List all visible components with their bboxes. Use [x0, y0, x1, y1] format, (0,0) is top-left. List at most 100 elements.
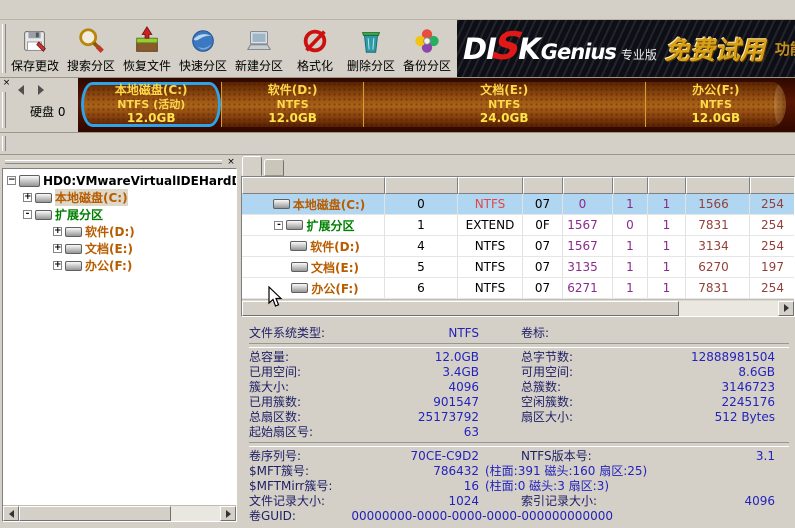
partition-segment[interactable]: 本地磁盘(C:) NTFS (活动) 12.0GB [81, 82, 221, 127]
column-header[interactable] [648, 177, 686, 194]
expander-icon[interactable]: - [23, 210, 32, 219]
detail-value: 12888981504 [655, 350, 789, 365]
search-partition-button[interactable]: 搜索分区 [63, 20, 119, 77]
cell-id: 0F [523, 215, 563, 235]
column-header[interactable] [613, 177, 648, 194]
arrow-left-icon [18, 85, 24, 95]
prev-disk-button[interactable] [13, 83, 28, 97]
cell-start-cylinder: 3135 [563, 257, 613, 277]
partition-table-row[interactable]: 软件(D:) 4 NTFS 07 1567 1 1 3134 254 [242, 236, 794, 257]
partition-table-row[interactable]: -扩展分区 1 EXTEND 0F 1567 0 1 7831 254 [242, 215, 794, 236]
tree-root-node[interactable]: − HD0:VMwareVirtualIDEHardDr [3, 172, 236, 189]
partition-segment[interactable]: 办公(F:) NTFS 12.0GB [645, 82, 786, 127]
info-grip[interactable] [2, 136, 6, 151]
detail-label: 起始扇区号: [249, 425, 399, 440]
partition-filesystem: NTFS [222, 98, 362, 111]
delete-partition-button[interactable]: 删除分区 [343, 20, 399, 77]
cell-end-cylinder: 1566 [686, 194, 750, 214]
detail-row [249, 442, 789, 447]
table-horizontal-scrollbar[interactable] [242, 299, 794, 316]
partition-table-row[interactable]: 文档(E:) 5 NTFS 07 3135 1 1 6270 197 [242, 257, 794, 278]
tree-panel: × − HD0:VMwareVirtualIDEHardDr + 本地磁盘(C:… [0, 155, 237, 528]
new-partition-button[interactable]: 新建分区 [231, 20, 287, 77]
scroll-right-button[interactable] [220, 506, 236, 521]
detail-row: 总容量: 12.0GB 总字节数: 12888981504 [249, 350, 789, 365]
detail-row: $MFTMirr簇号: 16 (柱面:0 磁头:3 扇区:3) [249, 479, 789, 494]
partition-tree: − HD0:VMwareVirtualIDEHardDr + 本地磁盘(C:) … [2, 168, 237, 522]
column-header[interactable] [458, 177, 523, 194]
menu-item[interactable] [24, 8, 44, 12]
panel-grip[interactable] [5, 160, 222, 164]
column-header[interactable] [750, 177, 794, 194]
tree-node[interactable]: + 文档(E:) [3, 240, 236, 257]
save-changes-button[interactable]: 保存更改 [7, 20, 63, 77]
menu-item[interactable] [44, 8, 64, 12]
format-button[interactable]: 格式化 [287, 20, 343, 77]
detail-value: 512 Bytes [655, 410, 789, 425]
menu-item[interactable] [4, 8, 24, 12]
toolbar-grip[interactable] [2, 24, 6, 73]
expander-icon[interactable]: + [23, 193, 32, 202]
scrollbar-track[interactable] [171, 506, 220, 521]
detail-label: 空闲簇数: [485, 395, 655, 410]
expander-icon[interactable]: + [53, 227, 62, 236]
tree-node[interactable]: + 办公(F:) [3, 257, 236, 274]
cell-number: 4 [385, 236, 458, 256]
partition-name: 本地磁盘(C:) [81, 83, 221, 98]
column-header[interactable] [563, 177, 613, 194]
detail-label: 总字节数: [485, 350, 655, 365]
partition-filesystem: NTFS (活动) [81, 98, 221, 111]
tree-node[interactable]: + 本地磁盘(C:) [3, 189, 236, 206]
column-header[interactable] [385, 177, 458, 194]
column-header[interactable] [242, 177, 385, 194]
next-disk-button[interactable] [33, 83, 48, 97]
detail-row: 已用空间: 3.4GB 可用空间: 8.6GB [249, 365, 789, 380]
right-panel: 本地磁盘(C:) 0 NTFS 07 0 1 1 1566 254 -扩展分区 … [241, 155, 795, 528]
recover-files-button[interactable]: 恢复文件 [119, 20, 175, 77]
diskgenius-logo: DISKGenius 专业版 免费试用 功能更 [457, 20, 795, 77]
partition-icon [35, 193, 52, 203]
detail-label: 可用空间: [485, 365, 655, 380]
scroll-left-button[interactable] [3, 506, 19, 521]
scrollbar-thumb[interactable] [242, 301, 679, 316]
detail-row: $MFT簇号: 786432 (柱面:391 磁头:160 扇区:25) [249, 464, 789, 479]
detail-row: 起始扇区号: 63 [249, 425, 789, 440]
toolbar-button-label: 快速分区 [179, 57, 227, 74]
column-header[interactable] [523, 177, 563, 194]
collapse-icon[interactable]: − [7, 176, 16, 185]
cell-start-cylinder: 0 [563, 194, 613, 214]
backup-partition-button[interactable]: 备份分区 [399, 20, 455, 77]
partition-segment[interactable]: 文档(E:) NTFS 24.0GB [363, 82, 645, 127]
expander-icon[interactable]: + [53, 244, 62, 253]
search-icon [76, 25, 106, 57]
partition-table-row[interactable]: 本地磁盘(C:) 0 NTFS 07 0 1 1 1566 254 [242, 194, 794, 215]
partition-icon [65, 261, 82, 271]
scrollbar-track[interactable] [679, 301, 778, 316]
detail-value [775, 509, 789, 524]
detail-extra: (柱面:0 磁头:3 扇区:3) [479, 479, 609, 494]
menu-item[interactable] [64, 8, 84, 12]
partition-table-row[interactable]: 办公(F:) 6 NTFS 07 6271 1 1 7831 254 [242, 278, 794, 299]
tree-horizontal-scrollbar[interactable] [3, 505, 236, 521]
disk-band: × 硬盘 0 本地磁盘(C:) NTFS (活动) 12.0GB 软件(D:) … [0, 78, 795, 133]
close-icon[interactable]: × [1, 78, 12, 89]
tab[interactable] [242, 156, 262, 176]
detail-label: 总扇区数: [249, 410, 399, 425]
tree-node[interactable]: + 软件(D:) [3, 223, 236, 240]
cell-head: 0 [613, 215, 648, 235]
quick-partition-button[interactable]: 快速分区 [175, 20, 231, 77]
tree-node[interactable]: - 扩展分区 [3, 206, 236, 223]
menu-item[interactable] [84, 8, 104, 12]
tab[interactable] [264, 159, 284, 176]
expander-icon[interactable]: - [274, 221, 283, 230]
partition-segment[interactable]: 软件(D:) NTFS 12.0GB [221, 82, 362, 127]
band-grip[interactable] [2, 92, 6, 128]
scrollbar-thumb[interactable] [19, 506, 171, 521]
cell-sector: 1 [648, 278, 686, 298]
scroll-right-button[interactable] [778, 301, 794, 316]
menu-item[interactable] [104, 8, 124, 12]
expander-icon[interactable]: + [53, 261, 62, 270]
close-icon[interactable]: × [225, 157, 237, 168]
menu-bar [0, 0, 795, 20]
column-header[interactable] [686, 177, 750, 194]
